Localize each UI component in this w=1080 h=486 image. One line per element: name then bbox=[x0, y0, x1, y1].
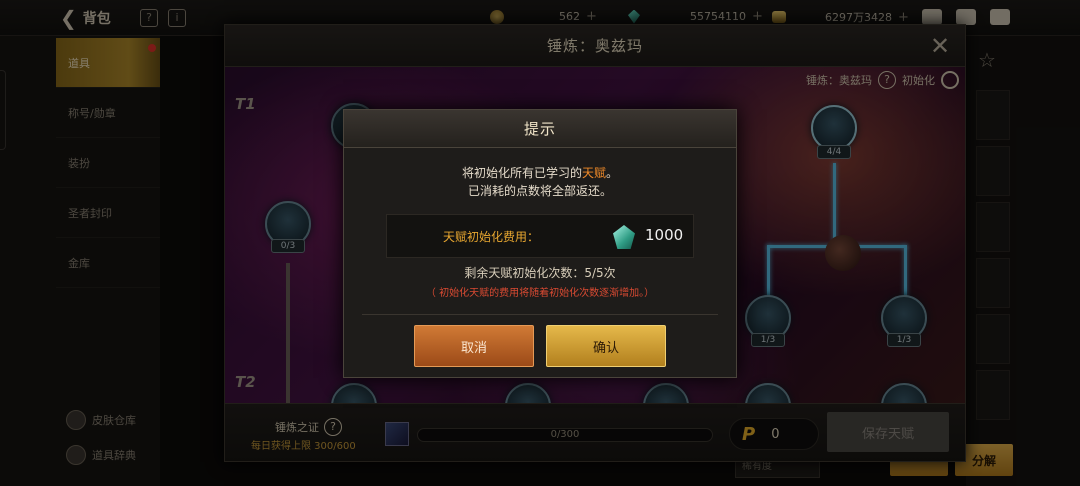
talent-highlight: 天赋 bbox=[581, 166, 606, 180]
cost-label: 天赋初始化费用： bbox=[443, 230, 540, 244]
reset-cost-box: 天赋初始化费用： 1000 bbox=[386, 214, 694, 258]
confirm-button[interactable]: 确认 bbox=[546, 325, 666, 367]
remaining-resets: 剩余天赋初始化次数：5/5次 bbox=[464, 266, 616, 280]
cost-increase-note: （ 初始化天赋的费用将随着初始化次数逐渐增加。） bbox=[425, 288, 655, 299]
reset-confirm-dialog: 提示 将初始化所有已学习的天赋。 已消耗的点数将全部返还。 天赋初始化费用： 1… bbox=[343, 109, 737, 378]
cost-value: 1000 bbox=[645, 226, 684, 244]
gem-icon bbox=[613, 225, 635, 249]
cancel-button[interactable]: 取消 bbox=[414, 325, 534, 367]
dialog-title: 提示 bbox=[344, 110, 736, 148]
dialog-message: 将初始化所有已学习的天赋。 已消耗的点数将全部返还。 bbox=[461, 166, 619, 198]
divider bbox=[362, 314, 718, 315]
